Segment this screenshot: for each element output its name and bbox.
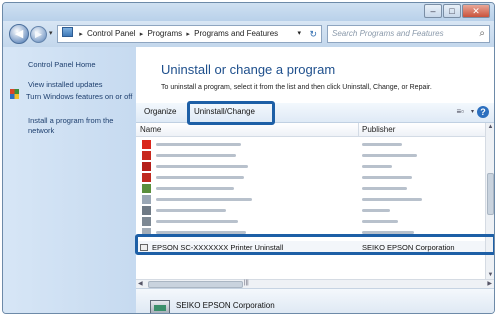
details-publisher: SEIKO EPSON Corporation bbox=[176, 301, 275, 310]
column-header-publisher[interactable]: Publisher bbox=[362, 125, 395, 134]
program-publisher-redacted bbox=[362, 209, 390, 212]
organize-button[interactable]: Organize bbox=[144, 107, 176, 116]
main-content: Uninstall or change a program To uninsta… bbox=[136, 47, 494, 313]
acrobat-icon bbox=[142, 140, 151, 149]
title-bar: – □ ✕ bbox=[3, 3, 494, 21]
table-row[interactable] bbox=[136, 205, 485, 216]
page-title: Uninstall or change a program bbox=[161, 62, 336, 77]
red-app-icon bbox=[142, 173, 151, 182]
table-row[interactable] bbox=[136, 139, 485, 150]
table-row[interactable] bbox=[136, 216, 485, 227]
program-name-redacted bbox=[156, 187, 234, 190]
program-publisher-redacted bbox=[362, 187, 407, 190]
breadcrumb-programs[interactable]: Programs bbox=[147, 29, 182, 38]
table-row[interactable] bbox=[136, 150, 485, 161]
program-list bbox=[136, 139, 485, 280]
forward-button[interactable]: ▶ bbox=[30, 26, 47, 43]
sidebar-item-control-panel-home[interactable]: Control Panel Home bbox=[28, 60, 136, 70]
search-placeholder: Search Programs and Features bbox=[332, 29, 444, 38]
minimize-button[interactable]: – bbox=[424, 4, 442, 18]
table-row[interactable] bbox=[136, 183, 485, 194]
back-button[interactable]: ◀ bbox=[9, 24, 29, 44]
uninstall-change-highlight bbox=[187, 101, 275, 125]
programs-and-features-window: – □ ✕ ◀ ▶ ▾ ▸ Control Panel ▸ Programs ▸… bbox=[2, 2, 495, 314]
address-dropdown-icon[interactable]: ▾ bbox=[297, 26, 301, 42]
scroll-up-icon[interactable]: ▲ bbox=[486, 124, 494, 130]
search-input[interactable]: Search Programs and Features ⌕ bbox=[327, 25, 490, 43]
column-headers: Name Publisher bbox=[136, 123, 485, 137]
address-bar[interactable]: ▸ Control Panel ▸ Programs ▸ Programs an… bbox=[57, 25, 322, 43]
program-publisher-redacted bbox=[362, 165, 392, 168]
table-row[interactable] bbox=[136, 172, 485, 183]
sidebar: Control Panel Home View installed update… bbox=[3, 47, 136, 313]
view-dropdown-icon[interactable]: ▾ bbox=[471, 108, 474, 115]
refresh-icon[interactable]: ↻ bbox=[309, 26, 317, 42]
table-row[interactable] bbox=[136, 161, 485, 172]
column-header-name[interactable]: Name bbox=[140, 125, 161, 134]
red-app-icon bbox=[142, 151, 151, 160]
close-button[interactable]: ✕ bbox=[462, 4, 490, 18]
shield-icon bbox=[10, 89, 19, 99]
green-app-icon bbox=[142, 184, 151, 193]
program-name-redacted bbox=[156, 198, 252, 201]
caption-buttons: – □ ✕ bbox=[423, 4, 490, 18]
program-icon bbox=[150, 300, 170, 313]
horizontal-scroll-thumb[interactable] bbox=[148, 281, 243, 288]
page-instructions: To uninstall a program, select it from t… bbox=[161, 84, 432, 91]
red-app-icon bbox=[142, 162, 151, 171]
scroll-left-icon[interactable]: ◀ bbox=[138, 280, 143, 287]
gray-app-icon bbox=[142, 217, 151, 226]
sidebar-item-view-installed-updates[interactable]: View installed updates bbox=[28, 80, 136, 90]
breadcrumb-separator: ▸ bbox=[139, 31, 144, 38]
sidebar-item-windows-features[interactable]: Turn Windows features on or off bbox=[26, 92, 134, 102]
recent-pages-dropdown-icon[interactable]: ▾ bbox=[49, 29, 53, 37]
maximize-button[interactable]: □ bbox=[443, 4, 461, 18]
program-publisher-redacted bbox=[362, 143, 402, 146]
program-name-redacted bbox=[156, 165, 248, 168]
horizontal-scrollbar[interactable]: ◀ ||| ▶ bbox=[136, 279, 494, 288]
vertical-scroll-thumb[interactable] bbox=[487, 173, 494, 215]
program-name-redacted bbox=[156, 209, 226, 212]
scroll-grip-icon: ||| bbox=[244, 280, 249, 286]
document-icon bbox=[142, 195, 151, 204]
program-publisher-redacted bbox=[362, 176, 412, 179]
vertical-scrollbar[interactable]: ▲ ▼ bbox=[485, 123, 494, 279]
breadcrumb-programs-and-features[interactable]: Programs and Features bbox=[194, 29, 278, 38]
control-panel-icon bbox=[62, 27, 73, 37]
program-publisher-redacted bbox=[362, 198, 422, 201]
view-icon[interactable]: ≡▫ bbox=[456, 107, 464, 116]
scroll-down-icon[interactable]: ▼ bbox=[486, 272, 494, 278]
program-publisher-redacted bbox=[362, 220, 398, 223]
breadcrumb-separator: ▸ bbox=[79, 31, 83, 38]
column-divider[interactable] bbox=[358, 123, 359, 137]
breadcrumb-control-panel[interactable]: Control Panel bbox=[87, 29, 135, 38]
program-name-redacted bbox=[156, 143, 241, 146]
program-name-redacted bbox=[156, 220, 238, 223]
program-name-redacted bbox=[156, 176, 244, 179]
program-publisher-redacted bbox=[362, 154, 417, 157]
sidebar-item-install-from-network[interactable]: Install a program from the network bbox=[28, 116, 136, 136]
scroll-right-icon[interactable]: ▶ bbox=[487, 280, 492, 287]
table-row[interactable] bbox=[136, 194, 485, 205]
details-pane: SEIKO EPSON Corporation bbox=[136, 288, 494, 313]
program-name-redacted bbox=[156, 154, 236, 157]
search-icon[interactable]: ⌕ bbox=[479, 26, 485, 42]
gray-app-icon bbox=[142, 206, 151, 215]
breadcrumb-separator: ▸ bbox=[186, 31, 190, 38]
help-icon[interactable]: ? bbox=[477, 106, 489, 118]
epson-row-highlight bbox=[135, 234, 494, 255]
address-row: ◀ ▶ ▾ ▸ Control Panel ▸ Programs ▸ Progr… bbox=[3, 21, 494, 47]
